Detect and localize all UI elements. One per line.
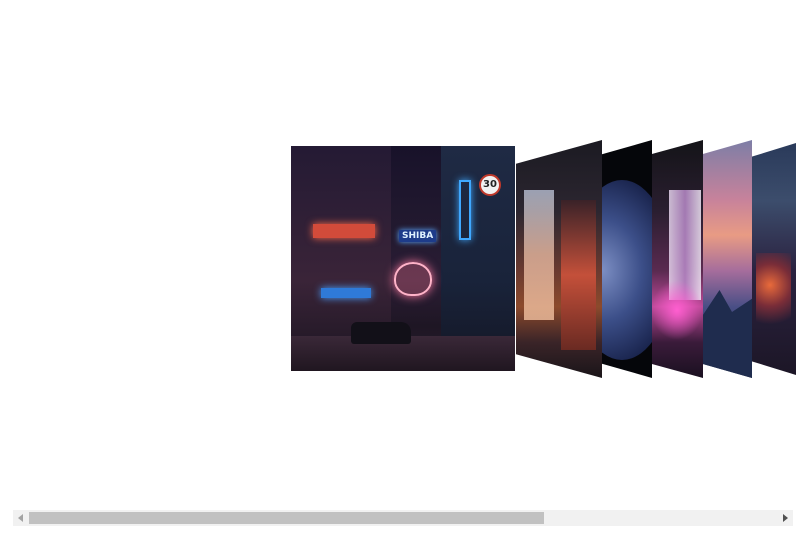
blue-shop-sign <box>321 288 371 298</box>
slide-street-night[interactable]: SHIBA 30 <box>291 146 515 371</box>
coverflow-gallery: SHIBA 30 <box>0 0 800 533</box>
city-night-lights <box>756 253 791 333</box>
parked-car <box>351 322 411 344</box>
scrollbar-thumb[interactable] <box>29 512 544 524</box>
heart-neon-sign <box>394 262 432 296</box>
shiba-sign: SHIBA <box>399 230 437 242</box>
speed-limit-sign: 30 <box>479 174 501 196</box>
slide-mountain-sunset[interactable] <box>702 140 752 378</box>
red-neon-strip <box>313 224 375 238</box>
arcade-glow <box>651 280 703 340</box>
horizontal-scrollbar[interactable] <box>13 510 793 526</box>
hanging-lanterns <box>524 190 554 320</box>
slide-planet[interactable] <box>602 140 652 378</box>
planet-surface <box>602 180 652 360</box>
scroll-right-arrow-icon[interactable] <box>777 510 793 526</box>
blue-neon-bar <box>459 180 471 240</box>
slide-neon-arcade[interactable] <box>651 140 703 378</box>
slide-city-night[interactable] <box>751 143 796 375</box>
mountain-silhouette <box>702 290 752 378</box>
slide-alley-lights[interactable] <box>516 140 602 378</box>
shop-window <box>561 200 596 350</box>
scroll-left-arrow-icon[interactable] <box>13 510 29 526</box>
